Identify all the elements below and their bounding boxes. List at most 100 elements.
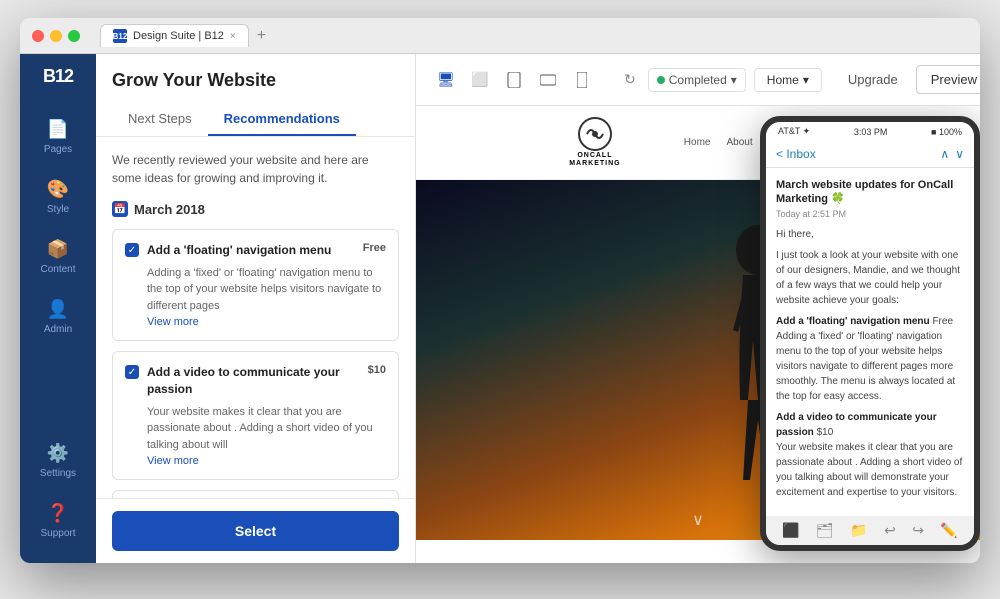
email-intro: I just took a look at your website with … (776, 248, 964, 308)
settings-icon: ⚙️ (47, 443, 69, 464)
sidebar-item-settings[interactable]: ⚙️ Settings (20, 433, 96, 489)
main-content: 🖥 ⬜ ↻ Completed ▾ (416, 54, 980, 563)
sidebar-item-content[interactable]: 📦 Content (20, 229, 96, 285)
sidebar-item-style[interactable]: 🎨 Style (20, 169, 96, 225)
status-label: Completed (669, 73, 727, 87)
panel-description: We recently reviewed your website and he… (112, 151, 399, 187)
sidebar-item-pages[interactable]: 📄 Pages (20, 109, 96, 165)
email-rec1-title: Add a 'floating' navigation menu (776, 316, 930, 327)
sidebar-item-label: Pages (44, 144, 72, 155)
rec-desc-1: Adding a 'fixed' or 'floating' navigatio… (147, 265, 386, 315)
rec-item-3: Add a custom form $30 With a custom form… (112, 490, 399, 498)
back-arrow-icon[interactable]: < Inbox (776, 147, 816, 161)
rec-checkbox-1[interactable]: ✓ (125, 243, 139, 257)
phone-nav-bar: < Inbox ∧ ∨ (766, 141, 974, 168)
tab-recommendations[interactable]: Recommendations (208, 103, 356, 136)
month-label: 📅 March 2018 (112, 201, 399, 217)
panel-header: Grow Your Website Next Steps Recommendat… (96, 54, 415, 137)
tab-title: Design Suite | B12 (133, 30, 224, 42)
panel-tabs: Next Steps Recommendations (112, 103, 399, 136)
refresh-icon[interactable]: ↻ (620, 67, 640, 92)
status-dropdown[interactable]: Completed ▾ (648, 68, 746, 92)
site-logo-text: ONCALLMARKETING (569, 152, 620, 169)
rec-checkbox-2[interactable]: ✓ (125, 365, 139, 379)
nav-link-about[interactable]: About (726, 137, 752, 148)
phone-icon-4[interactable]: ↩ (884, 522, 896, 539)
email-content: March website updates for OnCall Marketi… (766, 168, 974, 516)
email-rec2-title: Add a video to communicate your passion (776, 412, 937, 438)
content-icon: 📦 (47, 239, 69, 260)
tablet-portrait-icon[interactable] (500, 66, 528, 94)
close-button[interactable] (32, 30, 44, 42)
rec-link-1[interactable]: View more (147, 316, 386, 328)
website-preview: ONCALLMARKETING Home About Services Test… (416, 106, 980, 563)
tab-bar: B12 Design Suite | B12 × + (100, 24, 968, 47)
phone-icon-3[interactable]: 📁 (850, 522, 867, 539)
preview-button[interactable]: Preview (916, 65, 980, 94)
site-logo: ONCALLMARKETING (569, 116, 620, 169)
panel-title: Grow Your Website (112, 70, 399, 91)
phone-icon-1[interactable]: ⬛ (782, 522, 799, 539)
app-body: B12 📄 Pages 🎨 Style 📦 Content 👤 Admin ⚙️… (20, 54, 980, 563)
nav-link-home[interactable]: Home (684, 137, 711, 148)
battery-label: ■ 100% (931, 127, 962, 137)
fullscreen-button[interactable] (68, 30, 80, 42)
phone-overlay: AT&T ✦ 3:03 PM ■ 100% < Inbox ∧ ∨ March … (760, 116, 980, 551)
up-arrow-icon[interactable]: ∧ (940, 147, 949, 161)
device-icons: 🖥 ⬜ (432, 66, 596, 94)
down-arrow-icon[interactable]: ∨ (955, 147, 964, 161)
tab-next-steps[interactable]: Next Steps (112, 103, 208, 136)
upgrade-button[interactable]: Upgrade (838, 66, 908, 93)
rec-item-2: ✓ Add a video to communicate your passio… (112, 351, 399, 480)
pages-icon: 📄 (47, 119, 69, 140)
rec-desc-2: Your website makes it clear that you are… (147, 404, 386, 454)
panel-footer: Select (96, 498, 415, 563)
minimize-button[interactable] (50, 30, 62, 42)
sidebar-item-label: Support (40, 528, 75, 539)
b12-logo: B12 (43, 66, 73, 87)
phone-nav-arrows: ∧ ∨ (940, 147, 964, 161)
email-meta: Today at 2:51 PM (776, 209, 964, 219)
email-rec2: Add a video to communicate your passion … (776, 410, 964, 500)
email-rec2-price: $10 (817, 427, 834, 438)
mac-window: B12 Design Suite | B12 × + B12 📄 Pages 🎨… (20, 18, 980, 563)
rec-item-1-header: ✓ Add a 'floating' navigation menu Free (125, 242, 386, 259)
tab-favicon: B12 (113, 29, 127, 43)
email-subject: March website updates for OnCall Marketi… (776, 178, 964, 207)
sidebar-item-label: Style (47, 204, 69, 215)
status-dot (657, 76, 665, 84)
browser-tab[interactable]: B12 Design Suite | B12 × (100, 24, 249, 47)
admin-icon: 👤 (47, 299, 69, 320)
desktop-device-icon[interactable]: 🖥 (432, 66, 460, 94)
sidebar-item-admin[interactable]: 👤 Admin (20, 289, 96, 345)
rec-title-1: Add a 'floating' navigation menu (147, 242, 331, 259)
phone-icon-6[interactable]: ✏️ (940, 522, 957, 539)
toolbar: 🖥 ⬜ ↻ Completed ▾ (416, 54, 980, 106)
sidebar-item-label: Content (40, 264, 75, 275)
title-bar: B12 Design Suite | B12 × + (20, 18, 980, 54)
rec-link-2[interactable]: View more (147, 455, 386, 467)
email-body: Hi there, I just took a look at your web… (776, 227, 964, 500)
month-text: March 2018 (134, 202, 205, 217)
tablet-landscape-icon[interactable]: ⬜ (466, 66, 494, 94)
mobile-portrait-icon[interactable] (568, 66, 596, 94)
rec-item-2-header: ✓ Add a video to communicate your passio… (125, 364, 386, 398)
phone-icon-2[interactable]: 🗂 (816, 522, 834, 539)
page-label: Home (767, 73, 799, 87)
email-greeting: Hi there, (776, 227, 964, 242)
tab-close-button[interactable]: × (230, 31, 236, 42)
b12-sidebar: B12 📄 Pages 🎨 Style 📦 Content 👤 Admin ⚙️… (20, 54, 96, 563)
new-tab-button[interactable]: + (257, 28, 266, 44)
email-rec1-price: Free (932, 316, 953, 327)
page-dropdown[interactable]: Home ▾ (754, 68, 822, 92)
grow-panel: Grow Your Website Next Steps Recommendat… (96, 54, 416, 563)
mobile-landscape-icon[interactable] (534, 66, 562, 94)
sidebar-item-label: Settings (40, 468, 76, 479)
rec-title-2: Add a video to communicate your passion (147, 364, 360, 398)
sidebar-item-support[interactable]: ❓ Support (20, 493, 96, 549)
phone-icon-5[interactable]: ↪ (912, 522, 924, 539)
select-button[interactable]: Select (112, 511, 399, 551)
sidebar-item-label: Admin (44, 324, 72, 335)
scroll-indicator: ∨ (692, 510, 704, 530)
email-rec1: Add a 'floating' navigation menu Free Ad… (776, 314, 964, 404)
